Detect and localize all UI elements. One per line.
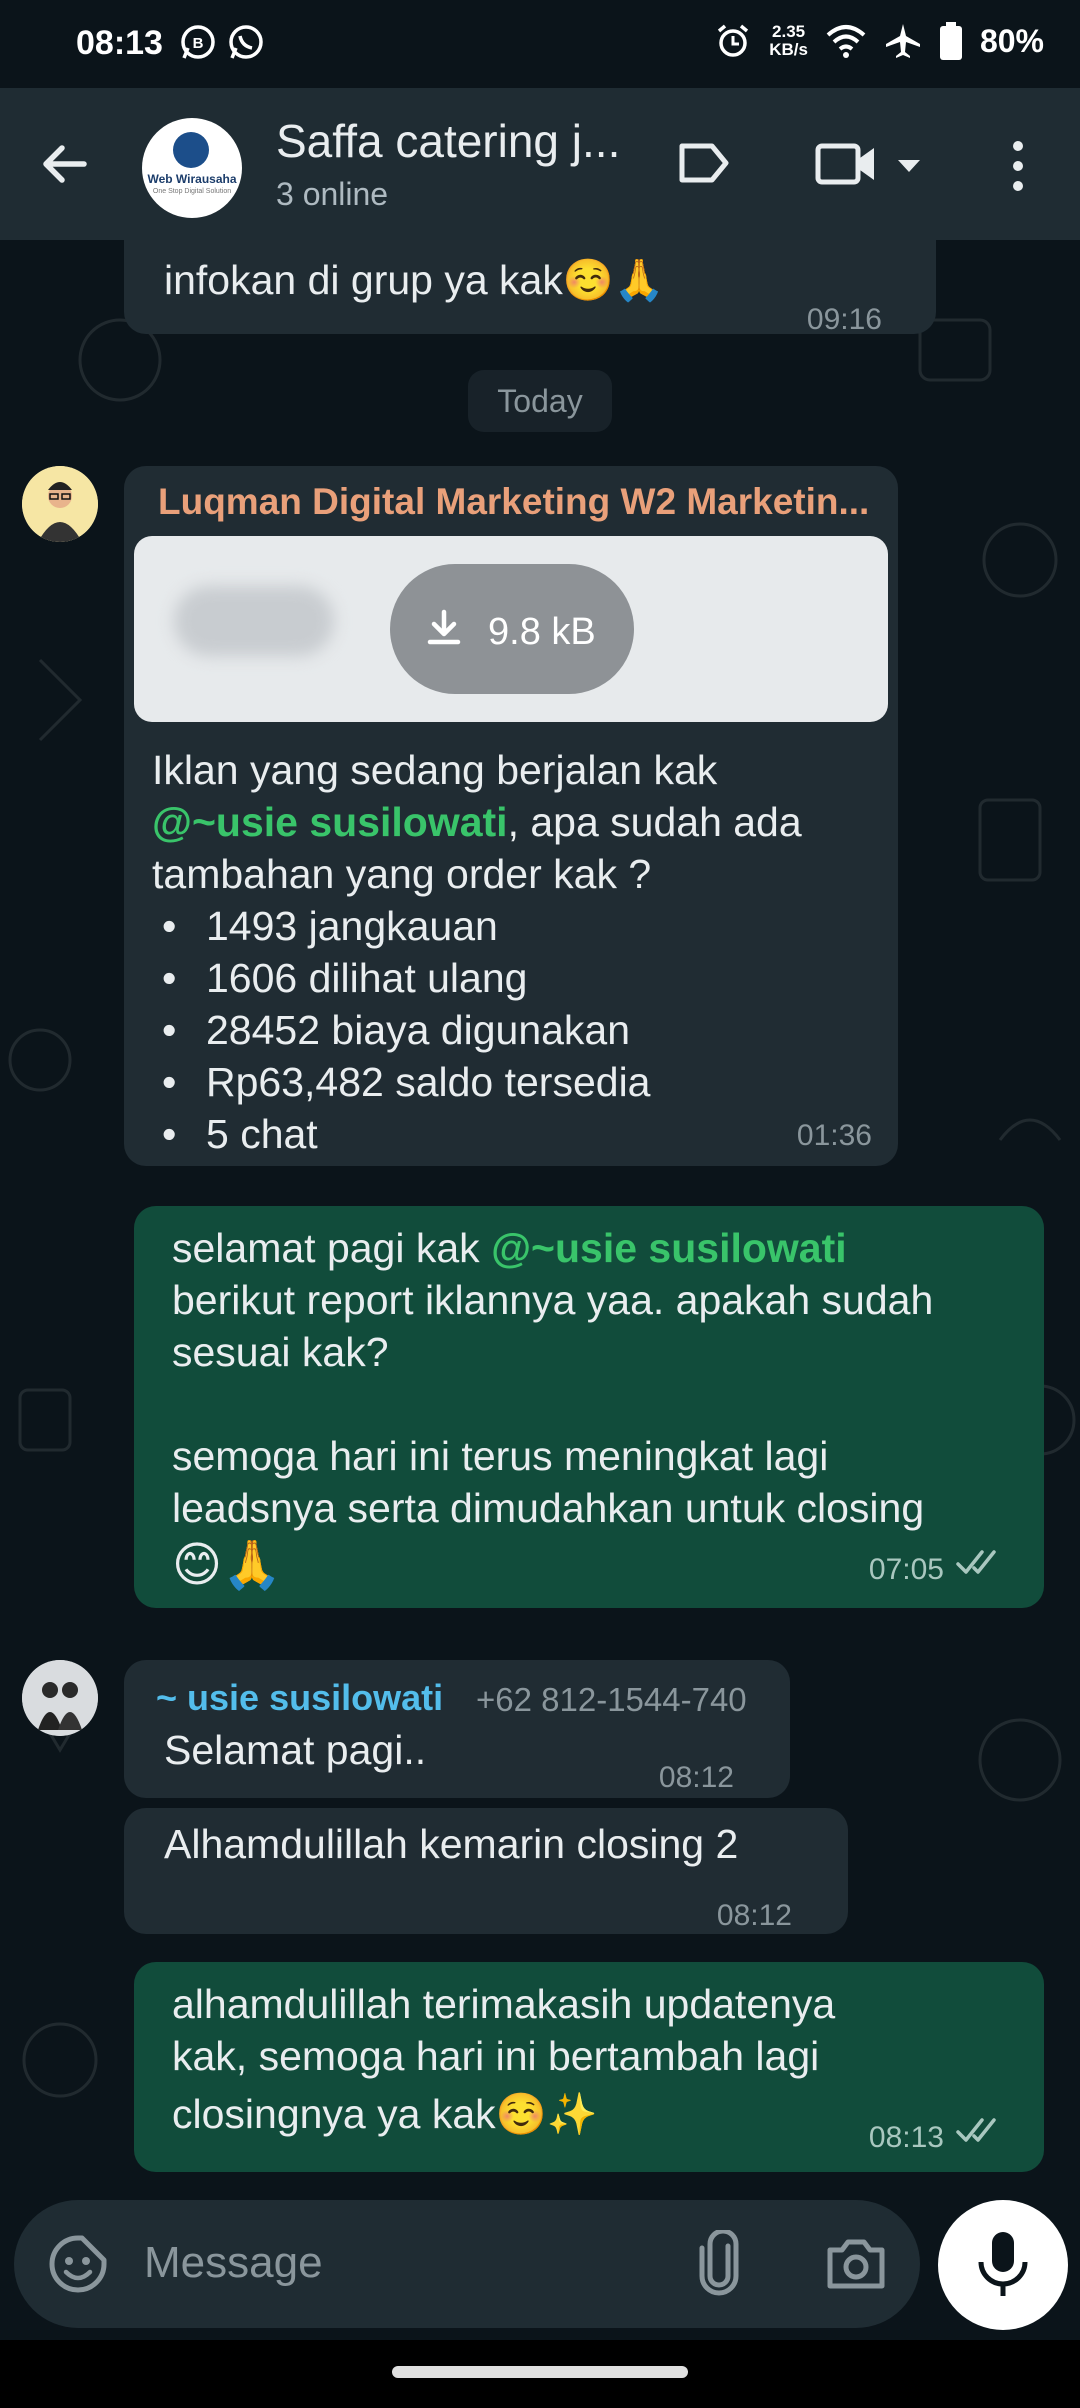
mention[interactable]: @~usie susilowati bbox=[152, 799, 508, 845]
message-body: Iklan yang sedang berjalan kak @~usie su… bbox=[152, 744, 892, 1160]
label-icon[interactable] bbox=[676, 138, 732, 188]
avatar-logo-sub: One Stop Digital Solution bbox=[152, 188, 232, 195]
mention[interactable]: @~usie susilowati bbox=[491, 1225, 847, 1271]
camera-icon[interactable] bbox=[826, 2236, 886, 2290]
attachment-preview[interactable]: 9.8 kB bbox=[134, 536, 888, 722]
alarm-icon bbox=[718, 24, 749, 57]
message-line: Iklan yang sedang berjalan kak bbox=[152, 747, 718, 793]
message-text: infokan di grup ya kak☺️🙏 bbox=[164, 257, 665, 303]
message-time: 09:16 bbox=[806, 303, 882, 336]
status-icons: 2.35 KB/s 80% bbox=[715, 22, 1044, 60]
message-input[interactable]: Message bbox=[144, 2238, 323, 2288]
blurred-thumbnail bbox=[174, 586, 334, 656]
chat-title[interactable]: Saffa catering j... bbox=[276, 114, 620, 168]
system-nav-bar bbox=[0, 2340, 1080, 2408]
battery-percent: 80% bbox=[979, 22, 1044, 59]
message-line: berikut report iklannya yaa. apakah suda… bbox=[172, 1277, 934, 1323]
list-item: • 1493 jangkauan bbox=[162, 903, 498, 949]
message-time: 08:12 bbox=[658, 1761, 734, 1794]
status-time: 08:13 bbox=[76, 24, 163, 62]
message-outgoing[interactable]: selamat pagi kak @~usie susilowati berik… bbox=[134, 1206, 1044, 1608]
date-separator: Today bbox=[468, 370, 612, 432]
message-incoming[interactable]: ~ usie susilowati +62 812-1544-740 Selam… bbox=[124, 1660, 790, 1798]
list-item: • 5 chat bbox=[162, 1111, 318, 1157]
message-composer: Message bbox=[14, 2200, 920, 2328]
chat-area[interactable]: infokan di grup ya kak☺️🙏 09:16 Today Lu… bbox=[0, 240, 1080, 2205]
message-incoming[interactable]: infokan di grup ya kak☺️🙏 09:16 bbox=[124, 240, 936, 336]
svg-text:B: B bbox=[193, 35, 204, 52]
download-button[interactable]: 9.8 kB bbox=[390, 564, 634, 694]
list-item: • Rp63,482 saldo tersedia bbox=[162, 1059, 651, 1105]
whatsapp-business-icon: B bbox=[181, 25, 215, 59]
more-vert-icon[interactable] bbox=[1000, 138, 1036, 194]
group-avatar[interactable]: Web Wirausaha One Stop Digital Solution bbox=[142, 118, 242, 218]
list-item: • 28452 biaya digunakan bbox=[162, 1007, 631, 1053]
sender-name[interactable]: ~ usie susilowati bbox=[156, 1672, 443, 1724]
avatar[interactable] bbox=[22, 466, 98, 542]
avatar-image bbox=[22, 466, 98, 542]
message-time: 08:12 bbox=[716, 1899, 792, 1932]
video-call-icon[interactable] bbox=[814, 140, 878, 188]
message-time: 07:05 bbox=[868, 1553, 944, 1586]
message-outgoing[interactable]: alhamdulillah terimakasih updatenya kak,… bbox=[134, 1962, 1044, 2172]
avatar-logo-text: Web Wirausaha bbox=[147, 172, 237, 186]
message-time: 01:36 bbox=[796, 1119, 872, 1152]
avatar-image bbox=[22, 1660, 98, 1736]
message-text: Selamat pagi.. bbox=[164, 1727, 427, 1773]
message-line: tambahan yang order kak ? bbox=[152, 851, 652, 897]
message-line: semoga hari ini terus meningkat lagi bbox=[172, 1433, 829, 1479]
whatsapp-icon bbox=[229, 25, 263, 59]
attach-icon[interactable] bbox=[694, 2230, 744, 2296]
message-text: Alhamdulillah kemarin closing 2 bbox=[164, 1821, 739, 1867]
message-incoming[interactable]: Alhamdulillah kemarin closing 2 08:12 bbox=[124, 1808, 848, 1934]
attachment-size: 9.8 kB bbox=[488, 611, 596, 653]
avatar[interactable] bbox=[22, 1660, 98, 1736]
chat-header: Web Wirausaha One Stop Digital Solution … bbox=[0, 88, 1080, 240]
network-speed: 2.35 KB/s bbox=[769, 22, 808, 59]
message-time: 08:13 bbox=[868, 2121, 944, 2154]
list-item: • 1606 dilihat ulang bbox=[162, 955, 528, 1001]
status-bar: 08:13 B 2.35 KB/s 80% bbox=[0, 0, 1080, 88]
logo-mark bbox=[173, 132, 209, 168]
double-check-icon bbox=[956, 2118, 996, 2142]
battery-icon bbox=[939, 22, 962, 60]
wifi-icon bbox=[826, 25, 866, 58]
emoji-icon[interactable] bbox=[48, 2234, 108, 2294]
sender-name[interactable]: Luqman Digital Marketing W2 Marketin... bbox=[158, 476, 869, 528]
download-icon bbox=[427, 609, 461, 645]
message-line: kak, semoga hari ini bertambah lagi bbox=[172, 2033, 820, 2079]
airplane-icon bbox=[885, 24, 920, 58]
message-body: selamat pagi kak @~usie susilowati berik… bbox=[172, 1222, 1032, 1598]
message-line: alhamdulillah terimakasih updatenya bbox=[172, 1981, 836, 2027]
mic-icon bbox=[978, 2232, 1028, 2296]
mic-button[interactable] bbox=[938, 2200, 1068, 2330]
message-line: sesuai kak? bbox=[172, 1329, 389, 1375]
back-arrow-icon[interactable] bbox=[36, 134, 96, 194]
double-check-icon bbox=[956, 1550, 996, 1574]
home-gesture-handle[interactable] bbox=[392, 2366, 688, 2378]
message-line: leadsnya serta dimudahkan untuk closing bbox=[172, 1485, 925, 1531]
sender-phone: +62 812-1544-740 bbox=[476, 1681, 747, 1718]
chevron-down-icon[interactable] bbox=[894, 156, 924, 176]
message-incoming-report[interactable]: Luqman Digital Marketing W2 Marketin... … bbox=[124, 466, 898, 1166]
online-count: 3 online bbox=[276, 176, 389, 212]
message-line: selamat pagi kak @~usie susilowati bbox=[172, 1225, 847, 1271]
message-line: @~usie susilowati, apa sudah ada bbox=[152, 799, 802, 845]
